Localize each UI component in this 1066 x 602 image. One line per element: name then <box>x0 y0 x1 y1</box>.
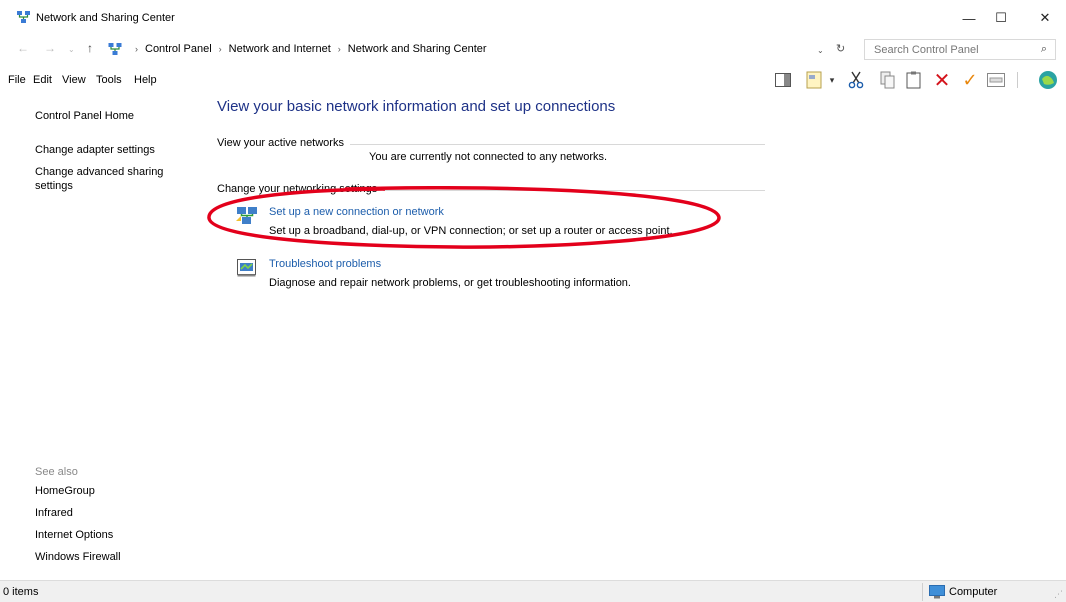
search-placeholder: Search Control Panel <box>874 43 979 56</box>
see-also-homegroup-link[interactable]: HomeGroup <box>35 484 95 498</box>
menu-help[interactable]: Help <box>134 74 157 86</box>
window-title: Network and Sharing Center <box>36 12 175 24</box>
address-dropdown-button[interactable]: ⌄ <box>817 46 824 55</box>
recent-locations-button[interactable]: ⌄ <box>68 45 75 54</box>
breadcrumb-network-and-sharing-center[interactable]: Network and Sharing Center <box>348 43 487 55</box>
annotation-ellipse <box>207 186 721 249</box>
address-bar: ← → ⌄ ↑ › Control Panel › Network and In… <box>0 36 1066 62</box>
toolbar-divider <box>1017 72 1018 88</box>
active-networks-heading: View your active networks <box>217 137 350 149</box>
rename-icon[interactable] <box>986 70 1006 90</box>
refresh-button[interactable]: ↻ <box>836 42 845 55</box>
breadcrumb-network-and-internet[interactable]: Network and Internet <box>229 43 331 55</box>
checkmark-icon[interactable]: ✓ <box>960 70 980 90</box>
breadcrumb-separator: › <box>135 44 138 54</box>
breadcrumb-separator[interactable]: › <box>219 44 222 54</box>
copy-icon[interactable] <box>878 70 898 90</box>
breadcrumb-separator[interactable]: › <box>338 44 341 54</box>
see-also-infrared-link[interactable]: Infrared <box>35 506 73 520</box>
control-panel-home-link[interactable]: Control Panel Home <box>35 109 134 123</box>
preview-pane-icon[interactable] <box>773 70 793 90</box>
page-title: View your basic network information and … <box>217 98 616 115</box>
menu-file[interactable]: File <box>8 74 26 86</box>
network-center-icon <box>108 43 122 55</box>
search-icon[interactable]: ⌕ <box>1041 43 1047 56</box>
globe-icon[interactable] <box>1038 70 1058 90</box>
troubleshoot-icon <box>237 259 256 277</box>
delete-icon[interactable]: ✕ <box>932 70 952 92</box>
close-button[interactable]: ✕ <box>1022 0 1066 36</box>
see-also-windows-firewall-link[interactable]: Windows Firewall <box>35 550 121 564</box>
menu-bar: File Edit View Tools Help ▾ ✕ ✓ <box>0 66 1066 94</box>
status-location: Computer <box>929 585 997 599</box>
maximize-button[interactable]: ☐ <box>978 0 1024 36</box>
breadcrumb-control-panel[interactable]: Control Panel <box>145 43 212 55</box>
properties-dropdown-icon[interactable]: ▾ <box>822 70 842 90</box>
title-bar: Network and Sharing Center — ☐ ✕ <box>0 0 1066 36</box>
resize-grip-icon[interactable]: ⋰ <box>1054 589 1063 600</box>
network-center-icon <box>17 11 30 23</box>
change-adapter-settings-link[interactable]: Change adapter settings <box>35 143 155 157</box>
menu-tools[interactable]: Tools <box>96 74 122 86</box>
troubleshoot-problems-description: Diagnose and repair network problems, or… <box>269 277 631 289</box>
troubleshoot-problems-link[interactable]: Troubleshoot problems <box>269 258 381 270</box>
left-pane: Control Panel Home Change adapter settin… <box>0 95 200 580</box>
breadcrumb[interactable]: › Control Panel › Network and Internet ›… <box>108 39 859 59</box>
computer-icon <box>929 585 945 599</box>
status-bar: 0 items Computer ⋰ <box>0 580 1066 602</box>
status-divider <box>922 583 923 601</box>
location-label: Computer <box>949 586 998 598</box>
change-settings-heading: Change your networking settings <box>217 183 384 195</box>
network-setup-icon <box>236 207 257 224</box>
up-button[interactable]: ↑ <box>87 41 93 55</box>
see-also-label: See also <box>35 466 78 478</box>
cut-icon[interactable] <box>846 70 866 90</box>
search-input[interactable]: Search Control Panel ⌕ <box>864 39 1056 60</box>
item-count: 0 items <box>3 586 39 598</box>
paste-icon[interactable] <box>904 70 924 90</box>
menu-edit[interactable]: Edit <box>33 74 52 86</box>
see-also-internet-options-link[interactable]: Internet Options <box>35 528 113 542</box>
setup-connection-link[interactable]: Set up a new connection or network <box>269 206 444 218</box>
menu-view[interactable]: View <box>62 74 86 86</box>
no-networks-message: You are currently not connected to any n… <box>369 151 608 163</box>
setup-connection-description: Set up a broadband, dial-up, or VPN conn… <box>269 225 673 237</box>
change-advanced-sharing-settings-link[interactable]: Change advanced sharing settings <box>35 165 185 193</box>
back-button[interactable]: ← <box>17 41 29 55</box>
forward-button[interactable]: → <box>44 41 56 55</box>
